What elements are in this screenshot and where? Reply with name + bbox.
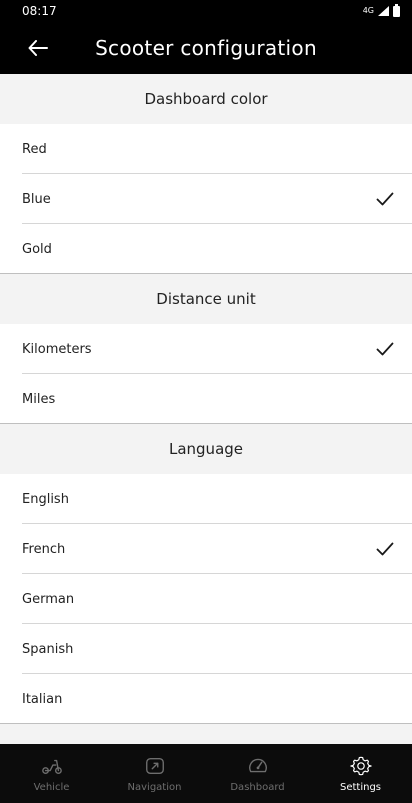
checkmark-icon	[376, 542, 394, 556]
settings-list: Dashboard color Red Blue Gold Distance u…	[0, 74, 412, 744]
section-header-distance-unit: Distance unit	[0, 274, 412, 324]
option-label: Gold	[22, 241, 52, 257]
option-label: German	[22, 591, 75, 607]
status-icons: 4G	[362, 3, 400, 17]
nav-item-settings[interactable]: Settings	[309, 744, 412, 803]
nav-label: Settings	[339, 781, 381, 793]
option-german[interactable]: German	[0, 574, 412, 624]
screen: 08:17 4G Scooter configuration Dashboard…	[0, 0, 412, 803]
back-button[interactable]	[24, 34, 52, 62]
nav-item-navigation[interactable]: Navigation	[103, 744, 206, 803]
option-label: French	[22, 541, 66, 557]
back-arrow-icon	[28, 40, 48, 56]
option-italian[interactable]: Italian	[0, 674, 412, 724]
option-label: English	[22, 491, 69, 507]
option-french[interactable]: French	[0, 524, 412, 574]
scooter-icon	[41, 759, 62, 774]
nav-label: Dashboard	[230, 781, 285, 793]
option-miles[interactable]: Miles	[0, 374, 412, 424]
signal-icon	[378, 6, 389, 16]
nav-item-dashboard[interactable]: Dashboard	[206, 744, 309, 803]
option-label: Miles	[22, 391, 56, 407]
navigation-icon	[145, 757, 164, 774]
network-label: 4G	[362, 6, 374, 15]
battery-icon	[393, 3, 400, 17]
nav-label: Navigation	[127, 781, 182, 793]
option-label: Kilometers	[22, 341, 92, 357]
checkmark-icon	[376, 192, 394, 206]
speedometer-icon	[248, 758, 267, 772]
option-label: Red	[22, 141, 47, 157]
option-label: Italian	[22, 691, 63, 707]
list-footer-spacer	[0, 724, 412, 744]
option-label: Spanish	[22, 641, 74, 657]
gear-icon	[349, 756, 372, 775]
nav-item-vehicle[interactable]: Vehicle	[0, 744, 103, 803]
nav-label: Vehicle	[33, 781, 70, 793]
option-red[interactable]: Red	[0, 124, 412, 174]
status-bar: 08:17 4G	[0, 0, 412, 22]
option-english[interactable]: English	[0, 474, 412, 524]
option-label: Blue	[22, 191, 51, 207]
option-spanish[interactable]: Spanish	[0, 624, 412, 674]
checkmark-icon	[376, 342, 394, 356]
option-blue[interactable]: Blue	[0, 174, 412, 224]
app-header: Scooter configuration	[0, 22, 412, 74]
option-gold[interactable]: Gold	[0, 224, 412, 274]
page-title: Scooter configuration	[95, 36, 317, 60]
section-header-language: Language	[0, 424, 412, 474]
bottom-nav: Vehicle Navigation Dashboard Settings	[0, 744, 412, 803]
status-time: 08:17	[22, 4, 57, 18]
option-kilometers[interactable]: Kilometers	[0, 324, 412, 374]
section-header-dashboard-color: Dashboard color	[0, 74, 412, 124]
